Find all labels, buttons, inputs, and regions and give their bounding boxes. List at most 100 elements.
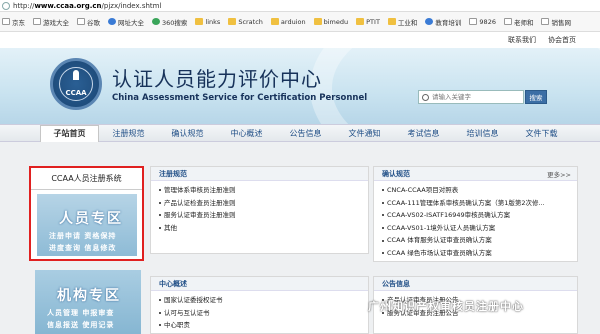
nav-exam-info[interactable]: 考试信息 <box>394 128 453 139</box>
list-item[interactable]: CCAA 绿色市场认证审查员确认方案 <box>382 247 577 260</box>
logo-text: CCAA <box>65 89 87 97</box>
site-title: 认证人员能力评价中心 <box>112 67 322 91</box>
url-text[interactable]: http://www.ccaa.org.cn/pjzx/index.shtml <box>13 2 161 10</box>
bookmark-item[interactable]: bimedu <box>313 18 348 26</box>
bookmark-item[interactable]: links <box>195 18 220 26</box>
folder-icon <box>387 18 396 25</box>
logo-figure-icon <box>73 70 79 80</box>
bookmark-item[interactable]: PTIT <box>356 18 380 26</box>
more-link[interactable]: 更多>> <box>547 169 571 179</box>
list-item[interactable]: 国家认证委授权证书 <box>159 294 368 307</box>
personnel-zone-title: 人员专区 <box>59 211 123 227</box>
list-item[interactable]: 管理体系审核员注册准则 <box>159 184 368 197</box>
folder-icon <box>228 18 237 25</box>
bookmark-label: 销售网 <box>551 18 571 27</box>
address-bar[interactable]: http://www.ccaa.org.cn/pjzx/index.shtml <box>0 0 600 12</box>
nav-file-notices[interactable]: 文件通知 <box>335 128 394 139</box>
org-zone-links-1[interactable]: 人员管理 申报审查 <box>47 308 114 318</box>
list-item[interactable]: 产品认证检查员注册准则 <box>159 197 368 210</box>
nav-announcements[interactable]: 公告信息 <box>276 128 335 139</box>
nav-registration-rules[interactable]: 注册规范 <box>99 128 158 139</box>
bookmark-item[interactable]: arduion <box>270 17 306 26</box>
list-item[interactable]: CCAA-VS01-1境外认证人员确认方案 <box>382 222 577 235</box>
list-item[interactable]: 中心职责 <box>159 319 368 332</box>
page-icon <box>503 18 512 25</box>
nav-downloads[interactable]: 文件下载 <box>512 128 571 139</box>
bookmark-label: 9826 <box>479 17 496 26</box>
bookmark-label: 工业和 <box>397 18 418 27</box>
bookmark-item[interactable]: 谷歌 <box>77 17 100 27</box>
org-zone-links-2[interactable]: 信息报送 使用记录 <box>47 320 114 330</box>
search-icon <box>152 18 160 25</box>
bookmark-label: Scratch <box>238 17 263 26</box>
org-zone-banner[interactable]: 机构专区 人员管理 申报审查 信息报送 使用记录 <box>35 270 141 334</box>
page-icon <box>541 18 550 25</box>
page-icon <box>469 18 478 25</box>
list-item[interactable]: 服务认证审查员注册准则 <box>159 209 368 222</box>
site-subtitle: China Assessment Service for Certificati… <box>112 93 368 103</box>
nav-training-info[interactable]: 培训信息 <box>453 128 512 139</box>
bookmark-label: links <box>205 17 221 26</box>
contact-link[interactable]: 联系我们 <box>508 35 536 45</box>
bookmark-item[interactable]: 京东 <box>2 17 25 27</box>
bookmarks-bar: 京东 游戏大全 谷歌 网址大全 360搜索 links Scratch arduion bime… <box>0 12 600 32</box>
site-banner: CCAA 认证人员能力评价中心 China Assessment Service… <box>0 48 600 124</box>
bookmark-item[interactable]: 工业和 <box>387 17 418 27</box>
watermark: 广州知识产权审核员注册中心 <box>350 298 524 314</box>
bookmark-item[interactable]: 老师和 <box>503 17 534 27</box>
bookmark-label: arduion <box>280 17 306 26</box>
bookmark-label: 教育培训 <box>435 18 462 27</box>
bookmark-label: 游戏大全 <box>43 18 69 27</box>
list-item[interactable]: CCAA-VS02-ISATF16949审核员确认方案 <box>382 209 577 222</box>
folder-icon <box>313 18 322 25</box>
search-input[interactable] <box>432 93 520 101</box>
watermark-text: 广州知识产权审核员注册中心 <box>368 300 524 313</box>
bookmark-item[interactable]: 游戏大全 <box>33 17 69 27</box>
nav-home[interactable]: 子站首页 <box>40 124 99 142</box>
bookmark-item[interactable]: 销售网 <box>541 17 571 27</box>
globe-icon <box>425 18 434 25</box>
search-button[interactable]: 搜索 <box>525 90 547 104</box>
banner-decoration <box>310 48 600 124</box>
nav-confirm-rules[interactable]: 确认规范 <box>158 128 217 139</box>
ccaa-logo[interactable]: CCAA <box>50 58 102 110</box>
globe-icon <box>2 1 10 10</box>
personnel-zone-links-1[interactable]: 注册申请 资格保持 <box>49 231 116 241</box>
page-icon <box>77 18 85 25</box>
folder-icon <box>195 18 204 25</box>
nav-center-overview[interactable]: 中心概述 <box>217 128 276 139</box>
list-item[interactable]: 认可与互认证书 <box>159 307 368 320</box>
list-item[interactable]: CCAA 体育服务认证审查员确认方案 <box>382 234 577 247</box>
page-icon <box>2 18 10 25</box>
page-icon <box>33 18 41 25</box>
list-item[interactable]: 其他 <box>159 222 368 235</box>
bookmark-item[interactable]: Scratch <box>228 18 263 26</box>
bookmark-item[interactable]: 教育培训 <box>425 17 461 27</box>
registration-system-box: CCAA人员注册系统 人员专区 注册申请 资格保持 进度查询 信息修改 <box>29 166 144 261</box>
panel-title[interactable]: 中心概述 <box>159 279 187 289</box>
panel-title[interactable]: 确认规范 <box>382 169 410 179</box>
panel-title[interactable]: 注册规范 <box>159 169 187 179</box>
bookmark-item[interactable]: 9826 <box>469 18 496 26</box>
org-zone-title: 机构专区 <box>57 288 121 304</box>
list-item[interactable]: CCAA-111管理体系审核员确认方案（第1版第2次修... <box>382 197 577 210</box>
personnel-zone-links-2[interactable]: 进度查询 信息修改 <box>49 243 116 253</box>
search-box <box>418 90 524 104</box>
bookmark-label: 谷歌 <box>87 18 100 27</box>
confirm-rules-panel: 确认规范 更多>> CNCA-CCAA项目对照表 CCAA-111管理体系审核员确… <box>373 166 578 262</box>
list-item[interactable]: CNCA-CCAA项目对照表 <box>382 184 577 197</box>
bookmark-label: 网址大全 <box>118 18 144 27</box>
bookmark-item[interactable]: 网址大全 <box>108 17 144 27</box>
globe-icon <box>108 18 116 25</box>
personnel-zone-banner[interactable]: 人员专区 注册申请 资格保持 进度查询 信息修改 <box>37 194 137 256</box>
home-link[interactable]: 协会首页 <box>548 35 576 45</box>
registration-system-title: CCAA人员注册系统 <box>31 168 142 190</box>
registration-rules-panel: 注册规范 管理体系审核员注册准则 产品认证检查员注册准则 服务认证审查员注册准则… <box>150 166 369 254</box>
main-nav: 子站首页 注册规范 确认规范 中心概述 公告信息 文件通知 考试信息 培训信息 … <box>0 124 600 142</box>
bookmark-label: 京东 <box>12 18 25 27</box>
panel-title[interactable]: 公告信息 <box>382 279 410 289</box>
bookmark-label: PTIT <box>366 17 380 26</box>
bookmark-item[interactable]: 360搜索 <box>152 17 187 27</box>
bookmark-label: 360搜索 <box>162 18 188 27</box>
bookmark-label: 老师和 <box>513 18 534 27</box>
